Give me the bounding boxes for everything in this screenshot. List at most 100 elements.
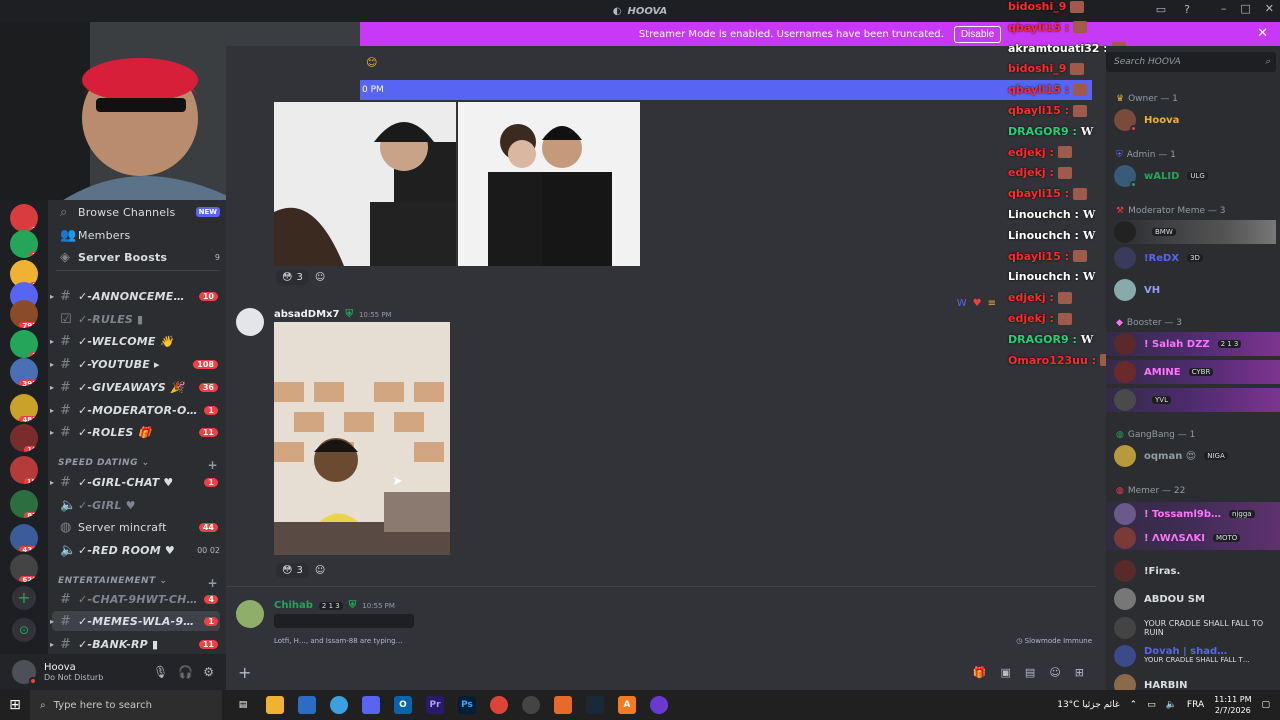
- author-name[interactable]: Chihab: [274, 600, 313, 611]
- channel-red-room[interactable]: 🔈 ✓-RED ROOM ♥ 00 02: [52, 540, 220, 560]
- inbox-icon[interactable]: ▭: [1156, 3, 1166, 16]
- member-item[interactable]: ! ΛWΛSΛKI MOTO: [1114, 526, 1276, 550]
- member-item[interactable]: Hoova: [1114, 108, 1276, 132]
- attach-icon[interactable]: +: [238, 663, 251, 682]
- premiere-icon[interactable]: Pr: [426, 696, 444, 714]
- member-item[interactable]: HARBIN: [1114, 673, 1276, 690]
- reaction-chip[interactable]: 😳 3: [276, 563, 309, 578]
- gif-icon[interactable]: ▣: [1001, 666, 1011, 679]
- member-item[interactable]: BMW: [1114, 220, 1276, 244]
- server-boosts[interactable]: ◈ Server Boosts 9: [52, 247, 220, 267]
- server-icon[interactable]: 393: [10, 358, 38, 386]
- app-icon[interactable]: A: [618, 696, 636, 714]
- notifications-icon[interactable]: ▢: [1261, 700, 1270, 710]
- reaction-chip[interactable]: 😳 3: [276, 270, 309, 285]
- minimize-icon[interactable]: –: [1221, 2, 1227, 15]
- message-image[interactable]: [274, 102, 456, 266]
- member-item[interactable]: wALID ULG: [1114, 164, 1276, 188]
- help-icon[interactable]: ?: [1184, 3, 1190, 16]
- close-window-icon[interactable]: ✕: [1265, 2, 1274, 15]
- member-item[interactable]: ! Tossaml9b… njgga: [1114, 502, 1276, 526]
- member-item[interactable]: AMINE CYBR: [1114, 360, 1276, 384]
- close-icon[interactable]: ✕: [1257, 26, 1268, 41]
- taskbar-search[interactable]: ⌕ Type here to search: [30, 690, 222, 720]
- outlook-icon[interactable]: O: [394, 696, 412, 714]
- explore-icon[interactable]: ⊙: [12, 618, 36, 642]
- windows-start-icon[interactable]: ⊞: [0, 697, 30, 713]
- heart-icon[interactable]: ♥: [973, 298, 982, 309]
- mic-icon[interactable]: 🎙: [153, 665, 168, 679]
- language-indicator[interactable]: FRA: [1187, 700, 1204, 710]
- server-icon[interactable]: 2: [10, 230, 38, 258]
- server-icon[interactable]: 1: [10, 330, 38, 358]
- new-messages-bar[interactable]: 0 PM: [360, 80, 1092, 100]
- channel-bank-rp[interactable]: ▸ # ✓-BANK-RP ▮ 11: [50, 634, 220, 654]
- channel-girl-voice[interactable]: 🔈 ✓-GIRL ♥: [52, 495, 220, 515]
- avatar[interactable]: [236, 600, 264, 628]
- volume-icon[interactable]: 🔈: [1166, 700, 1177, 710]
- chevron-up-icon[interactable]: ⌃: [1130, 700, 1138, 710]
- message-photo[interactable]: [274, 322, 450, 555]
- steam-icon[interactable]: [586, 696, 604, 714]
- app-icon[interactable]: [554, 696, 572, 714]
- user-info[interactable]: Hoova Do Not Disturb: [44, 662, 103, 682]
- author-name[interactable]: absadDMx7: [274, 309, 339, 320]
- channel-giveaways[interactable]: ▸ # ✓-GIVEAWAYS 🎉 36: [50, 377, 220, 397]
- channel-welcome[interactable]: ▸ # ✓-WELCOME 👋: [50, 331, 220, 351]
- obs-icon[interactable]: [522, 696, 540, 714]
- channel-announcement[interactable]: ▸ # ✓-ANNONCEMENT… 10: [50, 286, 220, 306]
- category-speed-dating[interactable]: SPEED DATING ⌄ +: [58, 458, 218, 472]
- server-icon[interactable]: 1K: [10, 456, 38, 484]
- channel-girl-chat[interactable]: ▸ # ✓-GIRL-CHAT ♥ 1: [50, 472, 220, 492]
- disable-button[interactable]: Disable: [953, 25, 1002, 43]
- member-item[interactable]: YOUR CRADLE SHALL FALL TO RUIN: [1114, 615, 1276, 641]
- member-item[interactable]: VH: [1114, 278, 1276, 302]
- member-item[interactable]: !ReDX 3D: [1114, 246, 1276, 270]
- discord-icon[interactable]: [362, 696, 380, 714]
- add-reaction-icon[interactable]: ☺: [315, 272, 325, 283]
- clock[interactable]: 11:11 PM 2/7/2026: [1214, 694, 1251, 716]
- gear-icon[interactable]: ⚙: [203, 665, 214, 679]
- members-link[interactable]: 👥 Members: [52, 225, 220, 245]
- task-view-icon[interactable]: ▤: [234, 696, 252, 714]
- channel-minecraft[interactable]: ◍ Server mincraft 44: [52, 517, 220, 537]
- add-reaction-icon[interactable]: ☺: [315, 565, 325, 576]
- channel-moderator[interactable]: ▸ # ✓-MODERATOR-ON… 1: [50, 400, 220, 420]
- message-composer[interactable]: + 🎁 ▣ ▤ ☺ ⊞: [226, 654, 1096, 690]
- channel-youtube[interactable]: ▸ # ✓-YOUTUBE ▸ 108: [50, 354, 220, 374]
- emoji-picker-icon[interactable]: ☺: [1049, 666, 1060, 679]
- server-icon[interactable]: 87: [10, 490, 38, 518]
- server-icon[interactable]: 626: [10, 554, 38, 582]
- server-icon[interactable]: 793: [10, 300, 38, 328]
- server-icon[interactable]: 481: [10, 394, 38, 422]
- chrome-icon[interactable]: [490, 696, 508, 714]
- browse-channels[interactable]: ⌕ Browse Channels NEW: [52, 202, 220, 222]
- gift-icon[interactable]: 🎁: [973, 666, 987, 679]
- member-item[interactable]: oqman 😍 NIGA: [1114, 444, 1276, 468]
- channel-rules[interactable]: ☑ ✓-RULES ▮: [52, 309, 220, 329]
- apps-icon[interactable]: ⊞: [1075, 666, 1084, 679]
- channel-chat-9hwt[interactable]: # ✓-CHAT-9HWT-CHR… 4: [52, 589, 220, 609]
- file-explorer-icon[interactable]: [266, 696, 284, 714]
- maximize-icon[interactable]: □: [1240, 2, 1250, 15]
- server-icon[interactable]: 10: [10, 424, 38, 452]
- search-input[interactable]: Search HOOVA ⌕: [1106, 52, 1276, 72]
- avatar[interactable]: [236, 308, 264, 336]
- network-icon[interactable]: ▭: [1147, 700, 1156, 710]
- server-icon[interactable]: 434: [10, 524, 38, 552]
- member-item[interactable]: YVL: [1114, 388, 1276, 412]
- photoshop-icon[interactable]: Ps: [458, 696, 476, 714]
- add-channel-icon[interactable]: +: [207, 576, 218, 590]
- member-item[interactable]: ABDOU SM: [1114, 587, 1276, 611]
- member-item[interactable]: !Firas.: [1114, 559, 1276, 583]
- channel-roles[interactable]: ▸ # ✓-ROLES 🎁 11: [50, 422, 220, 442]
- add-server-icon[interactable]: +: [12, 586, 36, 610]
- app-icon[interactable]: [650, 696, 668, 714]
- member-item[interactable]: ! Salah DZZ 2 1 3: [1114, 332, 1276, 356]
- server-icon[interactable]: 2: [10, 204, 38, 232]
- message-image[interactable]: [458, 102, 640, 266]
- category-entertainement[interactable]: ENTERTAINEMENT ⌄ +: [58, 576, 218, 590]
- edge-icon[interactable]: [330, 696, 348, 714]
- headphones-icon[interactable]: 🎧: [178, 665, 193, 679]
- w-emoji-icon[interactable]: W: [957, 298, 967, 309]
